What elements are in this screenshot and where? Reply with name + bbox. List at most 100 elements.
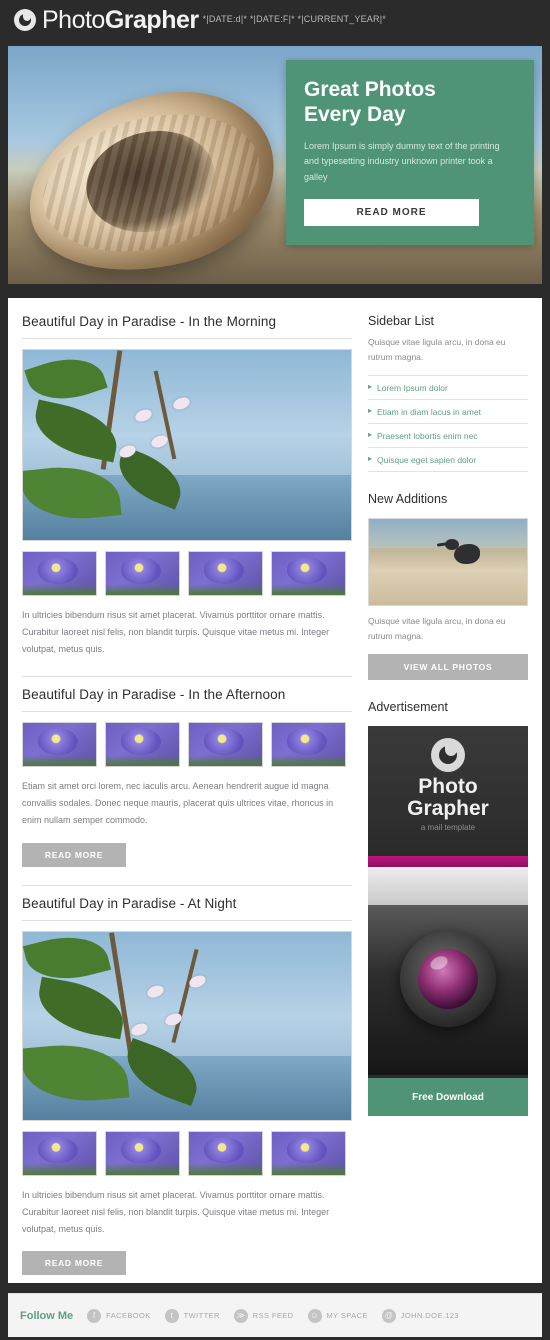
- facebook-icon: f: [87, 1308, 102, 1323]
- article-title: Beautiful Day in Paradise - In the After…: [22, 687, 286, 703]
- photo-blossom: [145, 982, 166, 1000]
- thumbnail[interactable]: [188, 1130, 263, 1176]
- hero-banner: Great Photos Every Day Lorem Ipsum is si…: [8, 46, 542, 284]
- hero-title-line1: Great Photos: [304, 78, 436, 101]
- social-label: FACEBOOK: [106, 1311, 151, 1320]
- article-feature-photo[interactable]: [22, 349, 352, 541]
- brand-swirl-icon: [14, 9, 36, 31]
- content-area: Beautiful Day in Paradise - In the Morni…: [8, 298, 542, 1283]
- article-body-text: In ultricies bibendum risus sit amet pla…: [22, 610, 330, 655]
- advertisement-title: Advertisement: [368, 700, 448, 715]
- sidebar-list-intro: Quisque vitae ligula arcu, in dona eu ru…: [368, 337, 506, 363]
- follow-me-label: Follow Me: [20, 1309, 74, 1322]
- social-link-myspace[interactable]: ☺ MY SPACE: [307, 1308, 368, 1323]
- ad-brand-line2: Grapher: [407, 797, 489, 821]
- article-feature-photo[interactable]: [22, 930, 352, 1121]
- new-additions-caption: Quisque vitae ligula arcu, in dona eu ru…: [368, 615, 506, 641]
- email-template-page: PhotoGrapher *|DATE:d|* *|DATE:F|* *|CUR…: [0, 0, 550, 1340]
- article-read-more-button[interactable]: READ MORE: [22, 842, 126, 867]
- photo-blossom: [171, 395, 192, 412]
- photo-bird: [445, 539, 481, 565]
- sidebar: Sidebar List Quisque vitae ligula arcu, …: [368, 314, 528, 1283]
- divider: [22, 711, 352, 713]
- new-additions-photo[interactable]: [368, 517, 528, 606]
- hero-title: Great Photos Every Day: [304, 78, 516, 128]
- ad-swirl-icon: [431, 738, 465, 773]
- photo-blossom: [133, 407, 154, 424]
- article-night: Beautiful Day in Paradise - At Night In …: [22, 896, 352, 1275]
- divider: [22, 676, 352, 678]
- social-link-email[interactable]: @ JOHN.DOE.123: [381, 1308, 459, 1323]
- site-header: PhotoGrapher *|DATE:d|* *|DATE:F|* *|CUR…: [0, 0, 550, 40]
- social-label: TWITTER: [183, 1311, 220, 1320]
- email-icon: @: [381, 1308, 396, 1323]
- thumbnail[interactable]: [105, 1130, 180, 1176]
- thumbnail[interactable]: [105, 722, 180, 768]
- sidebar-list-item[interactable]: Lorem Ipsum dolor: [368, 374, 528, 399]
- article-read-more-button[interactable]: READ MORE: [22, 1250, 126, 1275]
- thumbnail[interactable]: [271, 722, 346, 768]
- hero-read-more-button[interactable]: READ MORE: [304, 198, 479, 226]
- thumbnail[interactable]: [105, 551, 180, 596]
- thumbnail[interactable]: [271, 551, 346, 596]
- thumbnail[interactable]: [188, 551, 263, 596]
- photo-leaf: [24, 350, 108, 411]
- article-afternoon: Beautiful Day in Paradise - In the After…: [22, 687, 352, 867]
- rss-icon: ≫: [233, 1308, 248, 1323]
- social-link-twitter[interactable]: t TWITTER: [164, 1308, 220, 1323]
- sidebar-list-item[interactable]: Quisque eget sapien dolor: [368, 446, 528, 472]
- photo-leaf: [33, 976, 129, 1039]
- photo-blossom: [129, 1020, 150, 1038]
- sidebar-list-item[interactable]: Praesent lobortis enim nec: [368, 422, 528, 447]
- thumbnail[interactable]: [22, 551, 97, 596]
- article-title: Beautiful Day in Paradise - In the Morni…: [22, 314, 277, 329]
- divider: [22, 884, 352, 886]
- hero-callout-card: Great Photos Every Day Lorem Ipsum is si…: [286, 60, 534, 245]
- ad-brand-name: Photo Grapher: [368, 776, 528, 820]
- photo-leaf: [23, 931, 112, 989]
- social-label: JOHN.DOE.123: [400, 1311, 459, 1320]
- thumbnail[interactable]: [271, 1130, 346, 1176]
- header-date-tokens: *|DATE:d|* *|DATE:F|* *|CURRENT_YEAR|*: [202, 14, 386, 24]
- free-download-button[interactable]: Free Download: [368, 1078, 528, 1117]
- sidebar-link-list: Lorem Ipsum dolor Etiam in diam lacus in…: [368, 374, 528, 472]
- thumbnail[interactable]: [22, 1130, 97, 1176]
- ad-light-panel: [368, 867, 528, 906]
- twitter-icon: t: [164, 1308, 179, 1323]
- ad-brand-line1: Photo: [418, 775, 478, 799]
- ad-header: Photo Grapher a mail template: [368, 726, 528, 857]
- sidebar-list-item[interactable]: Etiam in diam lacus in amet: [368, 398, 528, 423]
- article-body-text: In ultricies bibendum risus sit amet pla…: [22, 1189, 330, 1234]
- thumbnail[interactable]: [22, 722, 97, 768]
- hero-description: Lorem Ipsum is simply dummy text of the …: [304, 140, 500, 183]
- new-additions-title: New Additions: [368, 491, 448, 506]
- ad-tagline: a mail template: [420, 823, 476, 833]
- site-footer: Follow Me f FACEBOOK t TWITTER ≫ RSS FEE…: [8, 1293, 542, 1337]
- brand-logo-text: PhotoGrapher: [42, 6, 199, 35]
- social-link-facebook[interactable]: f FACEBOOK: [87, 1308, 151, 1323]
- sidebar-list-title: Sidebar List: [368, 314, 435, 328]
- divider: [22, 338, 352, 339]
- article-thumbnail-row: [22, 722, 352, 768]
- social-label: MY SPACE: [326, 1311, 368, 1320]
- advertisement-banner[interactable]: Photo Grapher a mail template Free Downl…: [368, 726, 528, 1117]
- photo-branch: [171, 948, 199, 1043]
- divider: [22, 919, 352, 921]
- thumbnail[interactable]: [188, 722, 263, 768]
- hero-title-line2: Every Day: [304, 102, 406, 126]
- camera-lens-icon: [400, 931, 496, 1028]
- main-column: Beautiful Day in Paradise - In the Morni…: [22, 314, 352, 1283]
- article-thumbnail-row: [22, 551, 352, 596]
- ad-camera-lens-image: [368, 905, 528, 1076]
- myspace-icon: ☺: [307, 1308, 322, 1323]
- ad-accent-bar: [368, 856, 528, 868]
- social-label: RSS FEED: [252, 1311, 294, 1320]
- social-link-rss[interactable]: ≫ RSS FEED: [233, 1308, 294, 1323]
- article-thumbnail-row: [22, 1130, 352, 1176]
- article-body-text: Etiam sit amet orci lorem, nec iaculis a…: [22, 781, 334, 826]
- brand-logo-bold: Grapher: [104, 5, 199, 34]
- view-all-photos-button[interactable]: VIEW ALL PHOTOS: [368, 654, 528, 681]
- article-morning: Beautiful Day in Paradise - In the Morni…: [22, 314, 352, 658]
- photo-branch: [109, 931, 134, 1060]
- brand-logo-light: Photo: [42, 5, 105, 34]
